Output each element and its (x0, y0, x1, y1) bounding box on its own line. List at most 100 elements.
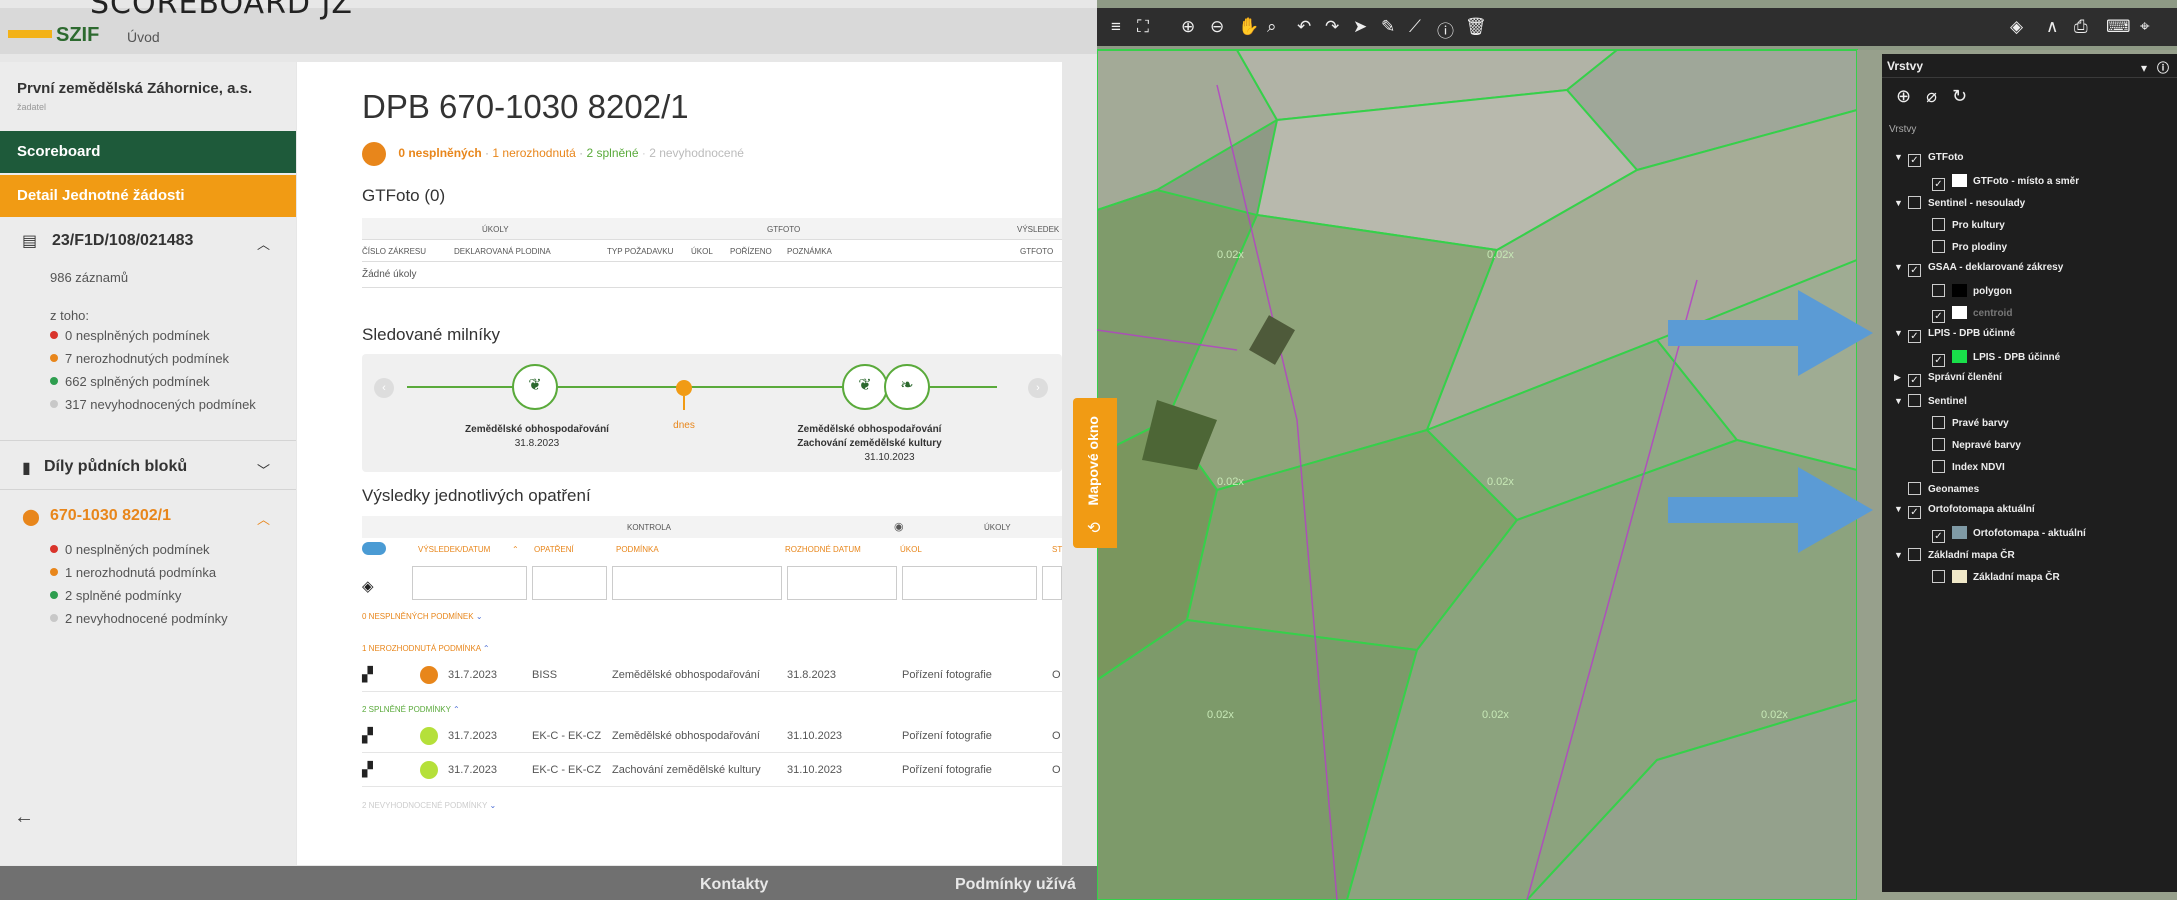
filter-input-deadline[interactable] (787, 566, 897, 600)
attach-icon[interactable]: ⌀ (1926, 86, 1937, 106)
layer-item[interactable]: ▼ ✓ Ortofotomapa aktuální (1894, 504, 2035, 519)
keyboard-icon[interactable]: ⌨ (2106, 17, 2131, 37)
checkbox-unchecked[interactable] (1932, 284, 1945, 297)
refresh-icon[interactable]: ↻ (1952, 86, 1967, 106)
navigate-icon[interactable]: ➤ (1353, 17, 1367, 37)
layers-toggle-icon[interactable]: ◈ (2010, 17, 2023, 37)
checkbox-checked[interactable]: ✓ (1908, 506, 1921, 519)
filter-input-task[interactable] (902, 566, 1037, 600)
layer-item[interactable]: ▼ Sentinel (1894, 394, 1967, 407)
layer-item[interactable]: ✓ centroid (1932, 306, 2012, 323)
layer-item[interactable]: ▼ Základní mapa ČR (1894, 548, 2015, 561)
checkbox-unchecked[interactable] (1908, 548, 1921, 561)
menu-icon[interactable]: ≡ (1111, 17, 1121, 37)
redo-icon[interactable]: ↷ (1325, 17, 1339, 37)
collapse-dropdown-icon[interactable]: ▾ (2141, 61, 2147, 75)
draw-pencil-icon[interactable]: ✎ (1381, 17, 1395, 37)
table-row[interactable]: ▞ 31.7.2023 EK-C - EK-CZ Zachování zeměd… (362, 753, 1062, 787)
layer-item[interactable]: polygon (1932, 284, 2012, 297)
collapse-caret-icon[interactable]: ▼ (1894, 396, 1908, 406)
add-layer-icon[interactable]: ⊕ (1896, 86, 1911, 106)
footer-contacts-link[interactable]: Kontakty (700, 876, 768, 894)
delete-icon[interactable]: 🗑 (1465, 17, 1487, 37)
eye-icon[interactable]: ◉ (894, 520, 904, 533)
help-icon[interactable]: ⓘ (2157, 61, 2169, 75)
filter-input-measure[interactable] (532, 566, 607, 600)
column-header[interactable]: ÚKOL (691, 247, 713, 256)
footer-terms-link[interactable]: Podmínky užívá (955, 876, 1076, 894)
checkbox-unchecked[interactable] (1908, 196, 1921, 209)
column-header[interactable]: ST (1052, 545, 1062, 554)
milestone-icon[interactable]: ❦ (842, 364, 888, 410)
checkbox-unchecked[interactable] (1932, 460, 1945, 473)
column-header[interactable]: POŘÍZENO (730, 247, 772, 256)
milestone-icon[interactable]: ❦ (512, 364, 558, 410)
checkbox-unchecked[interactable] (1932, 438, 1945, 451)
chevron-down-icon[interactable]: ﹀ (257, 460, 270, 479)
toggle-switch[interactable] (362, 542, 386, 555)
checkbox-checked[interactable]: ✓ (1932, 310, 1945, 323)
layer-item[interactable]: ✓ Ortofotomapa - aktuální (1932, 526, 2086, 543)
table-row[interactable]: ▞ 31.7.2023 EK-C - EK-CZ Zemědělské obho… (362, 719, 1062, 753)
layer-item[interactable]: Pro plodiny (1932, 240, 2007, 253)
chevron-up-icon[interactable]: ︿ (257, 234, 270, 253)
chevron-up-icon[interactable]: ⌃ (483, 644, 490, 653)
checkbox-checked[interactable]: ✓ (1932, 354, 1945, 367)
chevron-down-icon[interactable]: ⌄ (476, 612, 483, 621)
block-id[interactable]: 670-1030 8202/1 (50, 507, 171, 525)
request-id[interactable]: 23/F1D/108/021483 (52, 232, 193, 250)
locate-icon[interactable]: ⌖ (2140, 17, 2150, 37)
checkbox-unchecked[interactable] (1932, 218, 1945, 231)
zoom-in-icon[interactable]: ⊕ (1181, 17, 1195, 37)
filter-input-date[interactable] (412, 566, 527, 600)
back-arrow-icon[interactable]: ← (14, 806, 34, 829)
chevron-up-icon[interactable]: ⌃ (453, 705, 460, 714)
column-header[interactable]: OPATŘENÍ (534, 545, 574, 554)
group-header-passed[interactable]: 2 SPLNĚNÉ PODMÍNKY ⌃ (362, 705, 460, 714)
nav-detail-request[interactable]: Detail Jednotné žádosti (0, 175, 296, 217)
checkbox-unchecked[interactable] (1932, 416, 1945, 429)
group-header-failed[interactable]: 0 NESPLNĚNÝCH PODMÍNEK ⌄ (362, 612, 483, 621)
map-icon[interactable]: ▞ (362, 761, 373, 778)
checkbox-checked[interactable]: ✓ (1932, 178, 1945, 191)
collapse-caret-icon[interactable]: ▼ (1894, 328, 1908, 338)
column-header[interactable]: ÚKOL (900, 545, 922, 554)
layer-item[interactable]: Geonames (1894, 482, 1979, 495)
checkbox-unchecked[interactable] (1908, 394, 1921, 407)
chevron-down-icon[interactable]: ⌄ (489, 801, 496, 810)
layer-item[interactable]: ▼ ✓ GSAA - deklarované zákresy (1894, 262, 2063, 277)
checkbox-checked[interactable]: ✓ (1908, 374, 1921, 387)
layer-item[interactable]: Základní mapa ČR (1932, 570, 2060, 583)
column-header[interactable]: POZNÁMKA (787, 247, 832, 256)
logo-text[interactable]: SZIF (56, 24, 99, 47)
nav-scoreboard[interactable]: Scoreboard (0, 131, 296, 173)
layer-item[interactable]: Pravé barvy (1932, 416, 2009, 429)
layer-item[interactable]: ▶ ✓ Správní členění (1894, 372, 2002, 387)
layer-item[interactable]: Nepravé barvy (1932, 438, 2021, 451)
collapse-caret-icon[interactable]: ▼ (1894, 504, 1908, 514)
group-header-unevaluated[interactable]: 2 NEVYHODNOCENÉ PODMÍNKY ⌄ (362, 801, 496, 810)
expand-caret-icon[interactable]: ▶ (1894, 372, 1908, 383)
checkbox-checked[interactable]: ✓ (1908, 264, 1921, 277)
collapse-caret-icon[interactable]: ▼ (1894, 198, 1908, 208)
checkbox-unchecked[interactable] (1932, 570, 1945, 583)
pan-hand-icon[interactable]: ✋ (1238, 17, 1259, 37)
zoom-box-icon[interactable]: ⌕ (1267, 17, 1277, 37)
layer-item[interactable]: Pro kultury (1932, 218, 2005, 231)
north-arrow-icon[interactable]: ∧ (2046, 17, 2058, 37)
map-icon[interactable]: ▞ (362, 727, 373, 744)
nav-home-link[interactable]: Úvod (127, 29, 160, 45)
layer-item[interactable]: ▼ ✓ LPIS - DPB účinné (1894, 328, 2015, 343)
checkbox-checked[interactable]: ✓ (1908, 330, 1921, 343)
column-header[interactable]: TYP POŽADAVKU (607, 247, 673, 256)
column-header[interactable]: GTFOTO (1020, 247, 1053, 256)
blocks-title[interactable]: Díly půdních bloků (44, 458, 187, 476)
group-header-undecided[interactable]: 1 NEROZHODNUTÁ PODMÍNKA ⌃ (362, 644, 490, 653)
plant-icon[interactable]: ❧ (884, 364, 930, 410)
column-header[interactable]: VÝSLEDEK/DATUM (418, 545, 490, 554)
filter-input-st[interactable] (1042, 566, 1062, 600)
layers-icon[interactable]: ◈ (362, 577, 374, 595)
fullscreen-icon[interactable]: ⛶ (1137, 17, 1149, 37)
print-icon[interactable]: ⎙ (2074, 17, 2088, 37)
checkbox-checked[interactable]: ✓ (1932, 530, 1945, 543)
